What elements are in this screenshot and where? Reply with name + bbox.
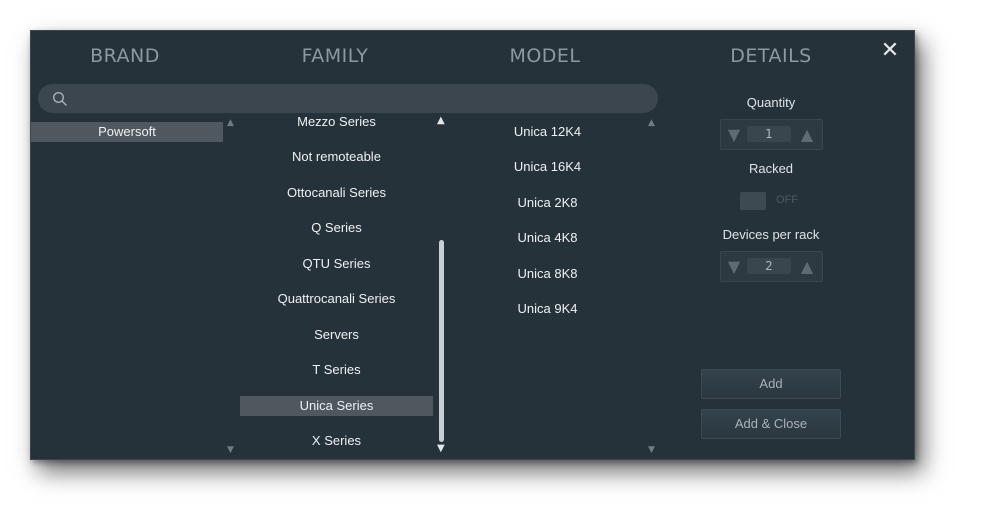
search-icon (51, 90, 69, 108)
devices-per-rack-stepper: ▼ 2 ▲ (720, 251, 823, 282)
racked-label: Racked (748, 161, 794, 176)
family-scrollbar-thumb[interactable] (439, 240, 444, 442)
devices-per-rack-value[interactable]: 2 (747, 258, 791, 274)
quantity-increment-icon[interactable]: ▲ (794, 120, 820, 149)
model-item-unica-2k8[interactable]: Unica 2K8 (451, 193, 644, 213)
quantity-stepper: ▼ 1 ▲ (720, 119, 823, 150)
model-scroll-down-icon[interactable]: ▼ (648, 445, 655, 455)
brand-scroll-up-icon[interactable]: ▲ (227, 118, 234, 128)
model-item-unica-9k4[interactable]: Unica 9K4 (451, 299, 644, 319)
family-scroll-down-icon[interactable]: ▼ (437, 444, 445, 454)
devices-per-rack-increment-icon[interactable]: ▲ (794, 252, 820, 281)
model-scroll-up-icon[interactable]: ▲ (648, 118, 655, 128)
family-item-q-series[interactable]: Q Series (240, 218, 433, 238)
brand-item-powersoft[interactable]: Powersoft (31, 122, 223, 142)
model-item-unica-12k4[interactable]: Unica 12K4 (451, 122, 644, 142)
family-header: FAMILY (301, 45, 369, 67)
brand-scroll-down-icon[interactable]: ▼ (227, 445, 234, 455)
quantity-decrement-icon[interactable]: ▼ (721, 120, 747, 149)
family-item-mezzo-series[interactable]: Mezzo Series (240, 112, 433, 132)
model-item-unica-8k8[interactable]: Unica 8K8 (451, 264, 644, 284)
model-item-unica-16k4[interactable]: Unica 16K4 (451, 157, 644, 177)
family-item-x-series[interactable]: X Series (240, 431, 433, 451)
quantity-label: Quantity (746, 95, 796, 110)
family-item-servers[interactable]: Servers (240, 325, 433, 345)
brand-header: BRAND (90, 45, 160, 67)
family-item-t-series[interactable]: T Series (240, 360, 433, 380)
racked-toggle-state: OFF (776, 194, 798, 206)
close-icon[interactable]: ✕ (877, 35, 903, 67)
family-scroll-up-icon[interactable]: ▲ (437, 116, 445, 126)
devices-per-rack-label: Devices per rack (722, 227, 820, 242)
racked-toggle[interactable]: OFF (738, 191, 803, 213)
family-item-not-remoteable[interactable]: Not remoteable (240, 147, 433, 167)
family-item-quattrocanali-series[interactable]: Quattrocanali Series (240, 289, 433, 309)
details-header: DETAILS (730, 45, 812, 67)
family-item-qtu-series[interactable]: QTU Series (240, 254, 433, 274)
add-close-button[interactable]: Add & Close (701, 409, 841, 439)
family-item-unica-series[interactable]: Unica Series (240, 396, 433, 416)
racked-toggle-knob (740, 192, 766, 210)
quantity-value[interactable]: 1 (747, 126, 791, 142)
model-header: MODEL (509, 45, 581, 67)
search-input[interactable] (76, 88, 650, 111)
family-item-ottocanali-series[interactable]: Ottocanali Series (240, 183, 433, 203)
search-bar[interactable] (38, 84, 658, 113)
devices-per-rack-decrement-icon[interactable]: ▼ (721, 252, 747, 281)
add-button[interactable]: Add (701, 369, 841, 399)
add-device-dialog: BRAND FAMILY MODEL DETAILS ✕ Powersoft ▲… (30, 30, 915, 460)
model-item-unica-4k8[interactable]: Unica 4K8 (451, 228, 644, 248)
